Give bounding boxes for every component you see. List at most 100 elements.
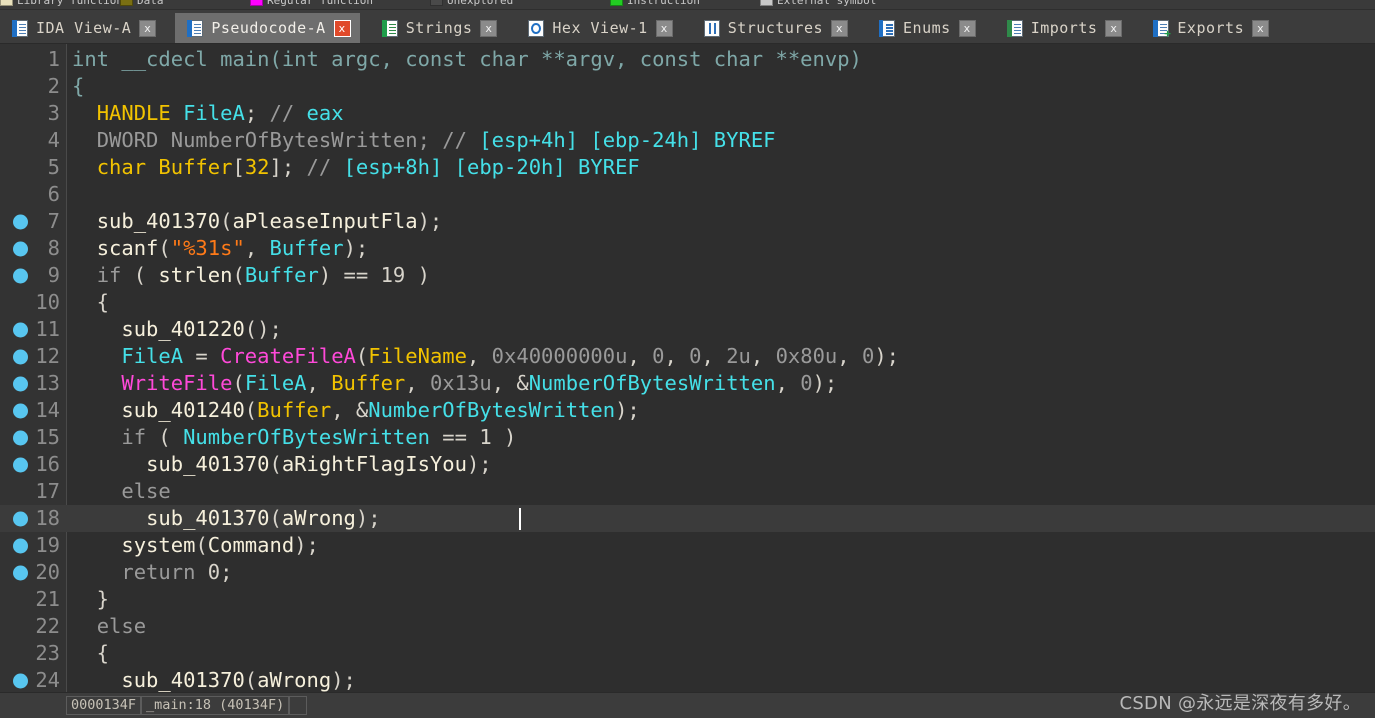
breakpoint-icon[interactable] [13,538,28,553]
navigation-band-legend[interactable]: Library function Data Regular function Unex… [0,0,1375,10]
line-text[interactable]: else [66,613,1375,640]
line-text[interactable]: sub_401370(aWrong); [66,505,1375,532]
code-token: == [429,425,480,449]
code-line[interactable]: 14 sub_401240(Buffer, &NumberOfBytesWrit… [0,397,1375,424]
code-line[interactable]: 23 { [0,640,1375,667]
code-line[interactable]: 9 if ( strlen(Buffer) == 19 ) [0,262,1375,289]
code-token: aWrong [281,506,356,530]
line-text[interactable]: char Buffer[32]; // [esp+8h] [ebp-20h] B… [66,154,1375,181]
code-token: , [701,344,727,368]
code-token: ( [158,236,171,260]
code-line[interactable]: 10 { [0,289,1375,316]
pseudocode-editor[interactable]: 1 int __cdecl main(int argc, const char *… [0,44,1375,692]
line-text[interactable]: return 0; [66,559,1375,586]
tab-imports[interactable]: Imports x [994,13,1132,43]
line-text[interactable]: { [66,73,1375,100]
breakpoint-icon[interactable] [13,349,28,364]
breakpoint-icon[interactable] [13,673,28,688]
breakpoint-icon[interactable] [13,565,28,580]
code-line[interactable]: 5 char Buffer[32]; // [esp+8h] [ebp-20h]… [0,154,1375,181]
tab-pseudocode-a[interactable]: Pseudocode-A x [175,13,360,43]
breakpoint-icon[interactable] [13,457,28,472]
code-line[interactable]: 22 else [0,613,1375,640]
code-body[interactable]: 1 int __cdecl main(int argc, const char *… [0,44,1375,692]
code-line[interactable]: 7 sub_401370(aPleaseInputFla); [0,208,1375,235]
breakpoint-icon[interactable] [13,322,28,337]
code-token: else [121,479,171,503]
tab-label: Structures [727,18,824,37]
line-text[interactable]: else [66,478,1375,505]
line-text[interactable]: sub_401220(); [66,316,1375,343]
breakpoint-icon[interactable] [13,214,28,229]
code-line[interactable]: 11 sub_401220(); [0,316,1375,343]
close-icon[interactable]: x [655,19,673,37]
code-token: { [72,290,110,314]
close-icon[interactable]: x [831,19,849,37]
line-text[interactable]: { [66,640,1375,667]
line-number: 4 [47,128,60,152]
close-icon[interactable]: x [333,19,351,37]
code-line[interactable]: 20 return 0; [0,559,1375,586]
code-line[interactable]: 6 [0,181,1375,208]
line-text[interactable]: sub_401370(aRightFlagIsYou); [66,451,1375,478]
tab-exports[interactable]: + Exports x [1141,13,1279,43]
line-text[interactable]: if ( strlen(Buffer) == 19 ) [66,262,1375,289]
breakpoint-icon[interactable] [13,376,28,391]
tab-hex-view-1[interactable]: Hex View-1 x [516,13,682,43]
tab-structures[interactable]: Structures x [691,13,858,43]
code-line[interactable]: 21 } [0,586,1375,613]
close-icon[interactable]: x [958,19,976,37]
navband-legend-item: Unexplored [430,0,513,7]
tab-enums[interactable]: Enums x [867,13,985,43]
tab-label: Exports [1177,18,1245,37]
breakpoint-icon[interactable] [13,268,28,283]
code-line[interactable]: 12 FileA = CreateFileA(FileName, 0x40000… [0,343,1375,370]
close-icon[interactable]: x [139,19,157,37]
breakpoint-icon[interactable] [13,241,28,256]
code-line[interactable]: 19 system(Command); [0,532,1375,559]
close-icon[interactable]: x [480,19,498,37]
code-token: NumberOfBytesWritten [183,425,430,449]
code-line[interactable]: 1 int __cdecl main(int argc, const char *… [0,46,1375,73]
line-text[interactable]: HANDLE FileA; // eax [66,100,1375,127]
code-token: FileA [183,101,245,125]
navband-legend-item: Library function [0,0,123,7]
code-line[interactable]: 8 scanf("%31s", Buffer); [0,235,1375,262]
ida-pro-window: Library function Data Regular function Unex… [0,0,1375,718]
code-line[interactable]: 17 else [0,478,1375,505]
code-line[interactable]: 13 WriteFile(FileA, Buffer, 0x13u, &Numb… [0,370,1375,397]
line-text[interactable]: FileA = CreateFileA(FileName, 0x40000000… [66,343,1375,370]
code-line[interactable]: 18 sub_401370(aWrong); [0,505,1375,532]
line-text[interactable]: sub_401240(Buffer, &NumberOfBytesWritten… [66,397,1375,424]
close-icon[interactable]: x [1252,19,1270,37]
line-text[interactable]: { [66,289,1375,316]
code-token: ( [121,263,159,287]
navband-legend-label: Library function [17,0,123,7]
navband-legend-item: Regular function [250,0,373,7]
close-icon[interactable]: x [1105,19,1123,37]
code-line[interactable]: 15 if ( NumberOfBytesWritten == 1 ) [0,424,1375,451]
navband-legend-swatch [760,0,773,6]
tab-ida-view-a[interactable]: IDA View-A x [0,13,166,43]
line-text[interactable]: DWORD NumberOfBytesWritten; // [esp+4h] … [66,127,1375,154]
breakpoint-icon[interactable] [13,403,28,418]
code-line[interactable]: 2{ [0,73,1375,100]
code-token: ( [269,452,282,476]
line-text[interactable]: WriteFile(FileA, Buffer, 0x13u, &NumberO… [66,370,1375,397]
line-text[interactable]: } [66,586,1375,613]
code-line[interactable]: 3 HANDLE FileA; // eax [0,100,1375,127]
line-text[interactable]: scanf("%31s", Buffer); [66,235,1375,262]
code-token: ) == [318,263,381,287]
breakpoint-icon[interactable] [13,430,28,445]
line-text[interactable]: int __cdecl main(int argc, const char **… [66,46,1375,73]
breakpoint-icon[interactable] [13,511,28,526]
line-text[interactable]: if ( NumberOfBytesWritten == 1 ) [66,424,1375,451]
code-line[interactable]: 16 sub_401370(aRightFlagIsYou); [0,451,1375,478]
line-text[interactable]: system(Command); [66,532,1375,559]
line-text[interactable]: sub_401370(aPleaseInputFla); [66,208,1375,235]
code-line[interactable]: 4 DWORD NumberOfBytesWritten; // [esp+4h… [0,127,1375,154]
tab-strings[interactable]: Strings x [369,13,507,43]
